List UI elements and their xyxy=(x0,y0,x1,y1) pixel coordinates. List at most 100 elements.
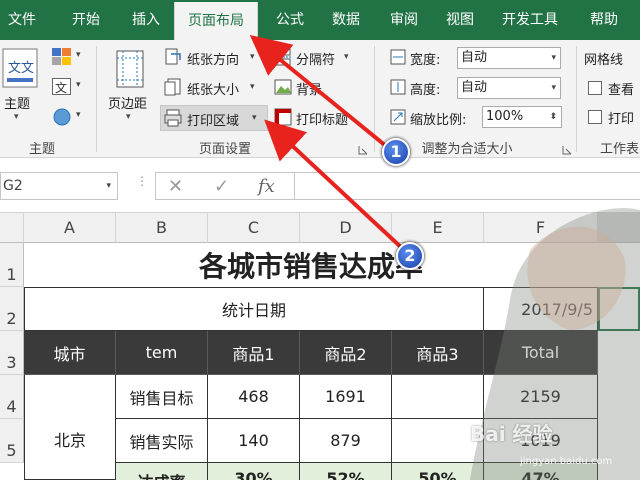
header-cell-total[interactable]: Total xyxy=(484,331,598,375)
title-cell[interactable]: 各城市销售达成率 xyxy=(24,243,598,287)
gridlines-print-label: 打印 xyxy=(608,112,635,127)
tab-view[interactable]: 视图 xyxy=(432,0,488,40)
print-titles-icon[interactable] xyxy=(274,108,292,126)
column-header-c[interactable]: C xyxy=(208,213,300,243)
ribbon: 文文 主题 ▾ ▾ 文 ▾ ▾ 主题 页边距 ▾ 纸张方向 ▾ 纸张大小 ▾ 打… xyxy=(0,40,640,158)
scale-input[interactable]: 100% ⬍ xyxy=(482,106,562,128)
dialog-launcher-icon[interactable] xyxy=(358,140,368,155)
tab-formulas[interactable]: 公式 xyxy=(262,0,318,40)
gridlines-view-checkbox[interactable] xyxy=(588,81,602,95)
cell-rate-e[interactable]: 50% xyxy=(392,463,484,480)
tab-file[interactable]: 文件 xyxy=(0,0,44,40)
date-label-cell[interactable]: 统计日期 xyxy=(24,287,484,331)
chevron-down-icon: ▾ xyxy=(344,52,349,62)
group-title-page-setup: 页面设置 xyxy=(198,142,251,157)
label-cell-actual[interactable]: 销售实际 xyxy=(116,419,208,463)
paper-size-label[interactable]: 纸张大小 xyxy=(187,79,239,98)
header-cell-city[interactable]: 城市 xyxy=(24,331,116,375)
cell-actual-d[interactable]: 879 xyxy=(300,419,392,463)
selected-cell-g2[interactable] xyxy=(598,287,640,331)
tab-data[interactable]: 数据 xyxy=(318,0,374,40)
breaks-label[interactable]: 分隔符 xyxy=(296,49,335,68)
column-header-e[interactable]: E xyxy=(392,213,484,243)
row-header-1[interactable]: 1 xyxy=(0,243,24,287)
orientation-label[interactable]: 纸张方向 xyxy=(187,49,239,68)
cell-actual-e[interactable] xyxy=(392,419,484,463)
more-icon: ⋮ xyxy=(136,174,148,188)
label-cell-target[interactable]: 销售目标 xyxy=(116,375,208,419)
insert-function-icon[interactable]: fx xyxy=(258,176,275,197)
tab-home[interactable]: 开始 xyxy=(58,0,114,40)
row-header-4[interactable]: 4 xyxy=(0,375,24,419)
theme-fonts-icon[interactable]: 文 xyxy=(52,78,72,96)
header-cell-item[interactable]: tem xyxy=(116,331,208,375)
background-label[interactable]: 背景 xyxy=(296,79,322,98)
cell-target-c[interactable]: 468 xyxy=(208,375,300,419)
theme-effects-icon[interactable] xyxy=(52,108,72,126)
cell-actual-c[interactable]: 140 xyxy=(208,419,300,463)
row-header-3[interactable]: 3 xyxy=(0,331,24,375)
width-icon xyxy=(390,49,406,65)
column-header-f[interactable]: F xyxy=(484,213,598,243)
column-header-a[interactable]: A xyxy=(24,213,116,243)
dialog-launcher-icon[interactable] xyxy=(562,140,572,155)
chevron-down-icon: ▾ xyxy=(76,80,81,90)
column-header-b[interactable]: B xyxy=(116,213,208,243)
chevron-down-icon: ▾ xyxy=(76,110,81,120)
row-header-2[interactable]: 2 xyxy=(0,287,24,331)
orientation-icon[interactable] xyxy=(164,48,182,66)
formula-input[interactable] xyxy=(294,172,640,200)
group-separator xyxy=(576,46,577,152)
themes-label[interactable]: 主题 xyxy=(4,93,30,112)
spreadsheet-grid: A B C D E F 1 2 3 4 5 各城市销售达成率 统计日期 2017… xyxy=(0,213,640,480)
chevron-down-icon: ▾ xyxy=(551,53,556,63)
width-select[interactable]: 自动 ▾ xyxy=(457,47,561,69)
enter-icon[interactable]: ✓ xyxy=(214,176,229,197)
height-value: 自动 xyxy=(461,80,488,95)
label-cell-rate[interactable]: 达成率 xyxy=(116,463,208,480)
cell-target-d[interactable]: 1691 xyxy=(300,375,392,419)
theme-colors-icon[interactable] xyxy=(52,48,72,66)
background-icon[interactable] xyxy=(274,78,292,96)
margins-label[interactable]: 页边距 xyxy=(108,93,147,112)
themes-icon[interactable]: 文文 xyxy=(2,48,38,88)
column-header-d[interactable]: D xyxy=(300,213,392,243)
header-cell-product2[interactable]: 商品2 xyxy=(300,331,392,375)
cell-rate-c[interactable]: 30% xyxy=(208,463,300,480)
cell-rate-f[interactable]: 47% xyxy=(484,463,598,480)
cell-target-f[interactable]: 2159 xyxy=(484,375,598,419)
header-cell-product1[interactable]: 商品1 xyxy=(208,331,300,375)
chevron-down-icon: ▾ xyxy=(551,83,556,93)
select-all-corner[interactable] xyxy=(0,213,24,243)
chevron-down-icon[interactable]: ▾ xyxy=(106,173,111,199)
header-cell-product3[interactable]: 商品3 xyxy=(392,331,484,375)
paper-size-icon[interactable] xyxy=(164,78,182,96)
tab-insert[interactable]: 插入 xyxy=(118,0,174,40)
tab-review[interactable]: 审阅 xyxy=(376,0,432,40)
name-box[interactable]: G2 ▾ xyxy=(0,172,118,200)
chevron-down-icon: ▾ xyxy=(126,112,131,122)
width-value: 自动 xyxy=(461,50,488,65)
cell-rate-d[interactable]: 52% xyxy=(300,463,392,480)
group-title-themes: 主题 xyxy=(28,142,55,157)
cancel-icon[interactable]: ✕ xyxy=(168,176,183,197)
width-label: 宽度: xyxy=(410,53,441,68)
height-label: 高度: xyxy=(410,83,441,98)
breaks-icon[interactable] xyxy=(274,48,292,66)
cell-actual-f[interactable]: 1019 xyxy=(484,419,598,463)
cell-target-e[interactable] xyxy=(392,375,484,419)
row-header-5[interactable]: 5 xyxy=(0,419,24,463)
column-header-g[interactable] xyxy=(598,213,640,243)
tab-page-layout[interactable]: 页面布局 xyxy=(174,2,258,40)
tab-developer[interactable]: 开发工具 xyxy=(490,0,570,40)
height-select[interactable]: 自动 ▾ xyxy=(457,77,561,99)
print-titles-label[interactable]: 打印标题 xyxy=(296,109,348,128)
tab-help[interactable]: 帮助 xyxy=(578,0,630,40)
gridlines-print-checkbox[interactable] xyxy=(588,110,602,124)
date-value-cell[interactable]: 2017/9/5 xyxy=(484,287,598,331)
spinner-icon[interactable]: ⬍ xyxy=(549,107,557,127)
city-cell[interactable]: 北京 xyxy=(24,375,116,480)
margins-icon[interactable] xyxy=(116,50,144,88)
svg-text:文文: 文文 xyxy=(8,61,34,76)
chevron-down-icon: ▾ xyxy=(14,112,19,122)
